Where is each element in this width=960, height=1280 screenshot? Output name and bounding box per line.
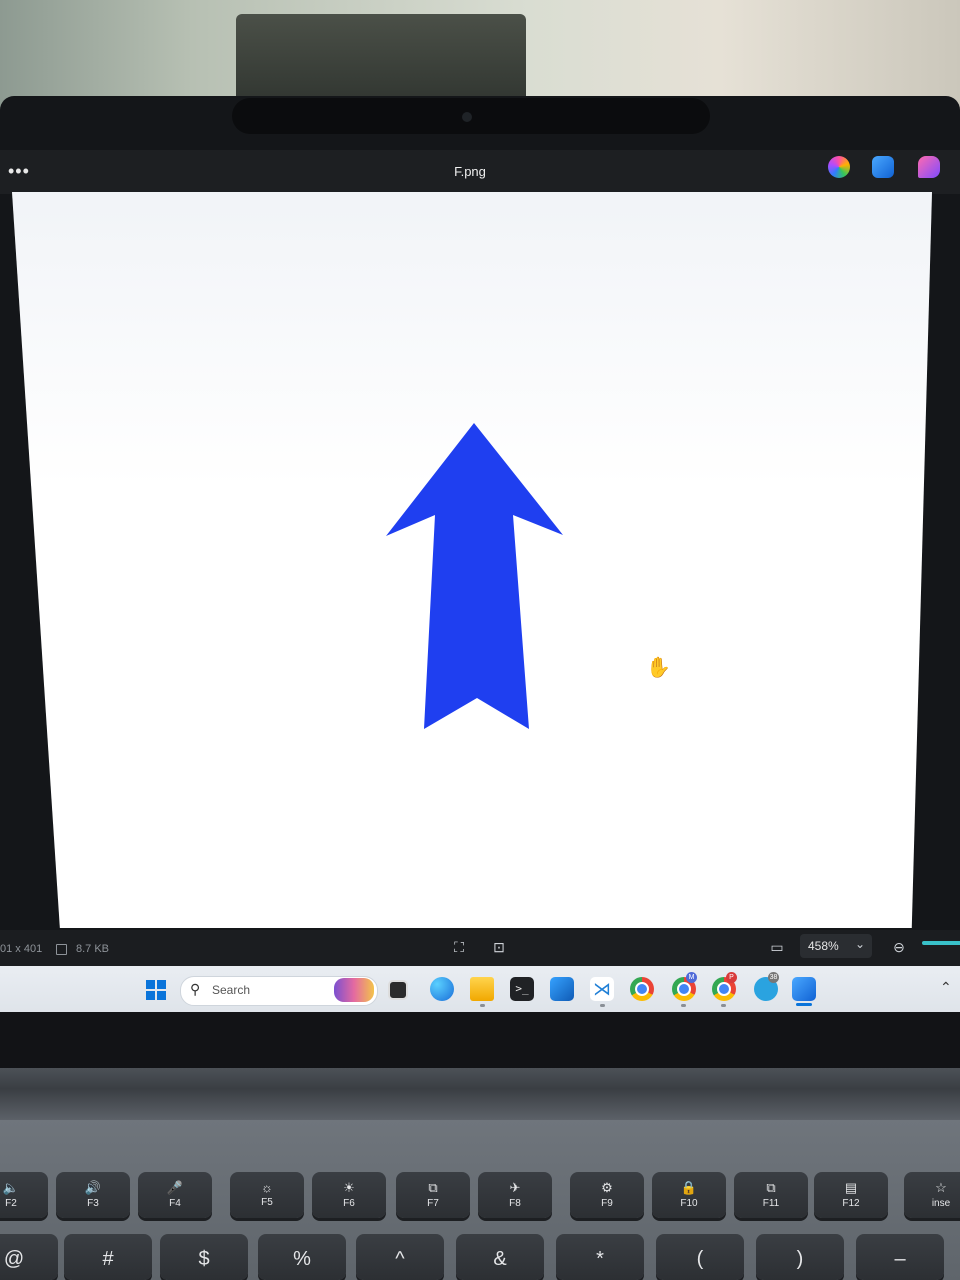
start-tile xyxy=(146,980,155,989)
file-size: 8.7 KB xyxy=(76,943,110,955)
function-key-f12[interactable]: ▤ F12 xyxy=(814,1172,888,1218)
function-key-f2[interactable]: 🔈 F2 xyxy=(0,1172,48,1218)
photo-scene: ••• F.png ✋ 01 x 401 8.7 KB ⛶ ⊡ ▭ 458% ⌄… xyxy=(0,0,960,1280)
start-tile xyxy=(146,991,155,1000)
hand-cursor-icon: ✋ xyxy=(646,657,671,679)
key-glyph-icon: 🔒 xyxy=(680,1180,698,1195)
chrome-center xyxy=(635,982,649,996)
fit-to-window-icon[interactable]: ⛶ xyxy=(450,938,468,956)
key-label: F7 xyxy=(427,1198,439,1209)
file-size-icon xyxy=(56,944,67,955)
photos-app-icon[interactable] xyxy=(792,977,816,1001)
key-glyph-icon: 🔈 xyxy=(2,1180,20,1195)
chrome-center xyxy=(677,982,691,996)
key-label: F6 xyxy=(343,1198,355,1209)
symbol-key[interactable]: ) xyxy=(756,1234,844,1280)
zoom-level: 458% xyxy=(808,939,839,953)
key-label: F5 xyxy=(261,1197,273,1208)
windows-start-icon[interactable] xyxy=(146,980,166,1000)
window-title: F.png xyxy=(454,164,486,179)
key-label: F12 xyxy=(842,1198,860,1209)
function-key-inse[interactable]: ☆ inse xyxy=(904,1172,960,1218)
key-glyph-icon: 🎤 xyxy=(166,1180,184,1195)
symbol-key[interactable]: ^ xyxy=(356,1234,444,1280)
key-glyph-icon: ✈ xyxy=(509,1180,521,1195)
key-label: inse xyxy=(931,1198,951,1209)
task-view-icon[interactable] xyxy=(388,980,408,1000)
key-label: F3 xyxy=(87,1198,99,1209)
edge-browser-icon[interactable] xyxy=(430,977,454,1001)
up-arrow-shape xyxy=(386,423,563,729)
search-highlight-art[interactable] xyxy=(334,978,374,1002)
key-label: F11 xyxy=(762,1198,780,1209)
search-icon: ⚲ xyxy=(190,981,201,997)
room-background xyxy=(0,0,960,110)
key-glyph-icon: ⧉ xyxy=(428,1180,438,1195)
fullscreen-icon[interactable]: ▭ xyxy=(768,938,786,956)
active-app-indicator xyxy=(796,1003,812,1006)
webcam-lens xyxy=(462,112,472,122)
screen-lower-bezel xyxy=(0,1012,960,1068)
start-tile xyxy=(157,980,166,989)
key-glyph-icon: ⧉ xyxy=(766,1180,776,1195)
search-placeholder: Search xyxy=(212,983,251,997)
function-key-f9[interactable]: ⚙ F9 xyxy=(570,1172,644,1218)
key-glyph-icon: ☀ xyxy=(343,1180,355,1195)
notification-badge: 38 xyxy=(768,972,779,983)
symbol-key[interactable]: $ xyxy=(160,1234,248,1280)
copilot-icon[interactable] xyxy=(828,156,850,178)
function-key-f7[interactable]: ⧉ F7 xyxy=(396,1172,470,1218)
zoom-out-icon[interactable]: ⊖ xyxy=(890,938,908,956)
symbol-key[interactable]: – xyxy=(856,1234,944,1280)
start-tile xyxy=(157,991,166,1000)
symbol-key[interactable]: * xyxy=(556,1234,644,1280)
function-key-f10[interactable]: 🔒 F10 xyxy=(652,1172,726,1218)
outlook-icon[interactable] xyxy=(550,977,574,1001)
symbol-key[interactable]: % xyxy=(258,1234,346,1280)
chevron-down-icon: ⌄ xyxy=(855,937,866,951)
running-indicator xyxy=(681,1004,686,1007)
symbol-key[interactable]: & xyxy=(456,1234,544,1280)
laptop-hinge xyxy=(0,1068,960,1120)
key-glyph-icon: ⚙ xyxy=(601,1180,613,1195)
key-glyph-icon: 🔊 xyxy=(84,1180,102,1195)
vscode-icon[interactable]: ⋊ xyxy=(590,977,614,1001)
key-label: F8 xyxy=(509,1198,521,1209)
key-label: F10 xyxy=(680,1198,698,1209)
running-indicator xyxy=(480,1004,485,1007)
actual-size-icon[interactable]: ⊡ xyxy=(490,938,508,956)
function-key-f6[interactable]: ☀ F6 xyxy=(312,1172,386,1218)
function-key-f8[interactable]: ✈ F8 xyxy=(478,1172,552,1218)
zoom-slider[interactable] xyxy=(922,941,960,945)
key-label: F9 xyxy=(601,1198,613,1209)
designer-icon[interactable] xyxy=(918,156,940,178)
function-key-f11[interactable]: ⧉ F11 xyxy=(734,1172,808,1218)
function-key-f4[interactable]: 🎤 F4 xyxy=(138,1172,212,1218)
edit-image-icon[interactable] xyxy=(872,156,894,178)
chrome-icon[interactable] xyxy=(630,977,654,1001)
function-key-f5[interactable]: ☼ F5 xyxy=(230,1172,304,1218)
running-indicator xyxy=(721,1004,726,1007)
image-dimensions: 01 x 401 xyxy=(0,943,43,955)
key-label: F4 xyxy=(169,1198,181,1209)
terminal-icon[interactable]: >_ xyxy=(510,977,534,1001)
key-label: F2 xyxy=(5,1198,17,1209)
profile-badge: M xyxy=(686,972,697,983)
key-glyph-icon: ☼ xyxy=(261,1180,273,1195)
more-options-icon[interactable]: ••• xyxy=(8,162,30,180)
symbol-key[interactable]: @ xyxy=(0,1234,58,1280)
function-key-f3[interactable]: 🔊 F3 xyxy=(56,1172,130,1218)
key-glyph-icon: ☆ xyxy=(935,1180,947,1195)
profile-badge: P xyxy=(726,972,737,983)
symbol-key[interactable]: ( xyxy=(656,1234,744,1280)
symbol-key[interactable]: # xyxy=(64,1234,152,1280)
chrome-center xyxy=(717,982,731,996)
arrow-polygon xyxy=(386,423,563,729)
running-indicator xyxy=(600,1004,605,1007)
key-glyph-icon: ▤ xyxy=(844,1180,858,1195)
show-hidden-icons-icon[interactable]: ⌃ xyxy=(940,979,952,996)
file-explorer-icon[interactable] xyxy=(470,977,494,1001)
